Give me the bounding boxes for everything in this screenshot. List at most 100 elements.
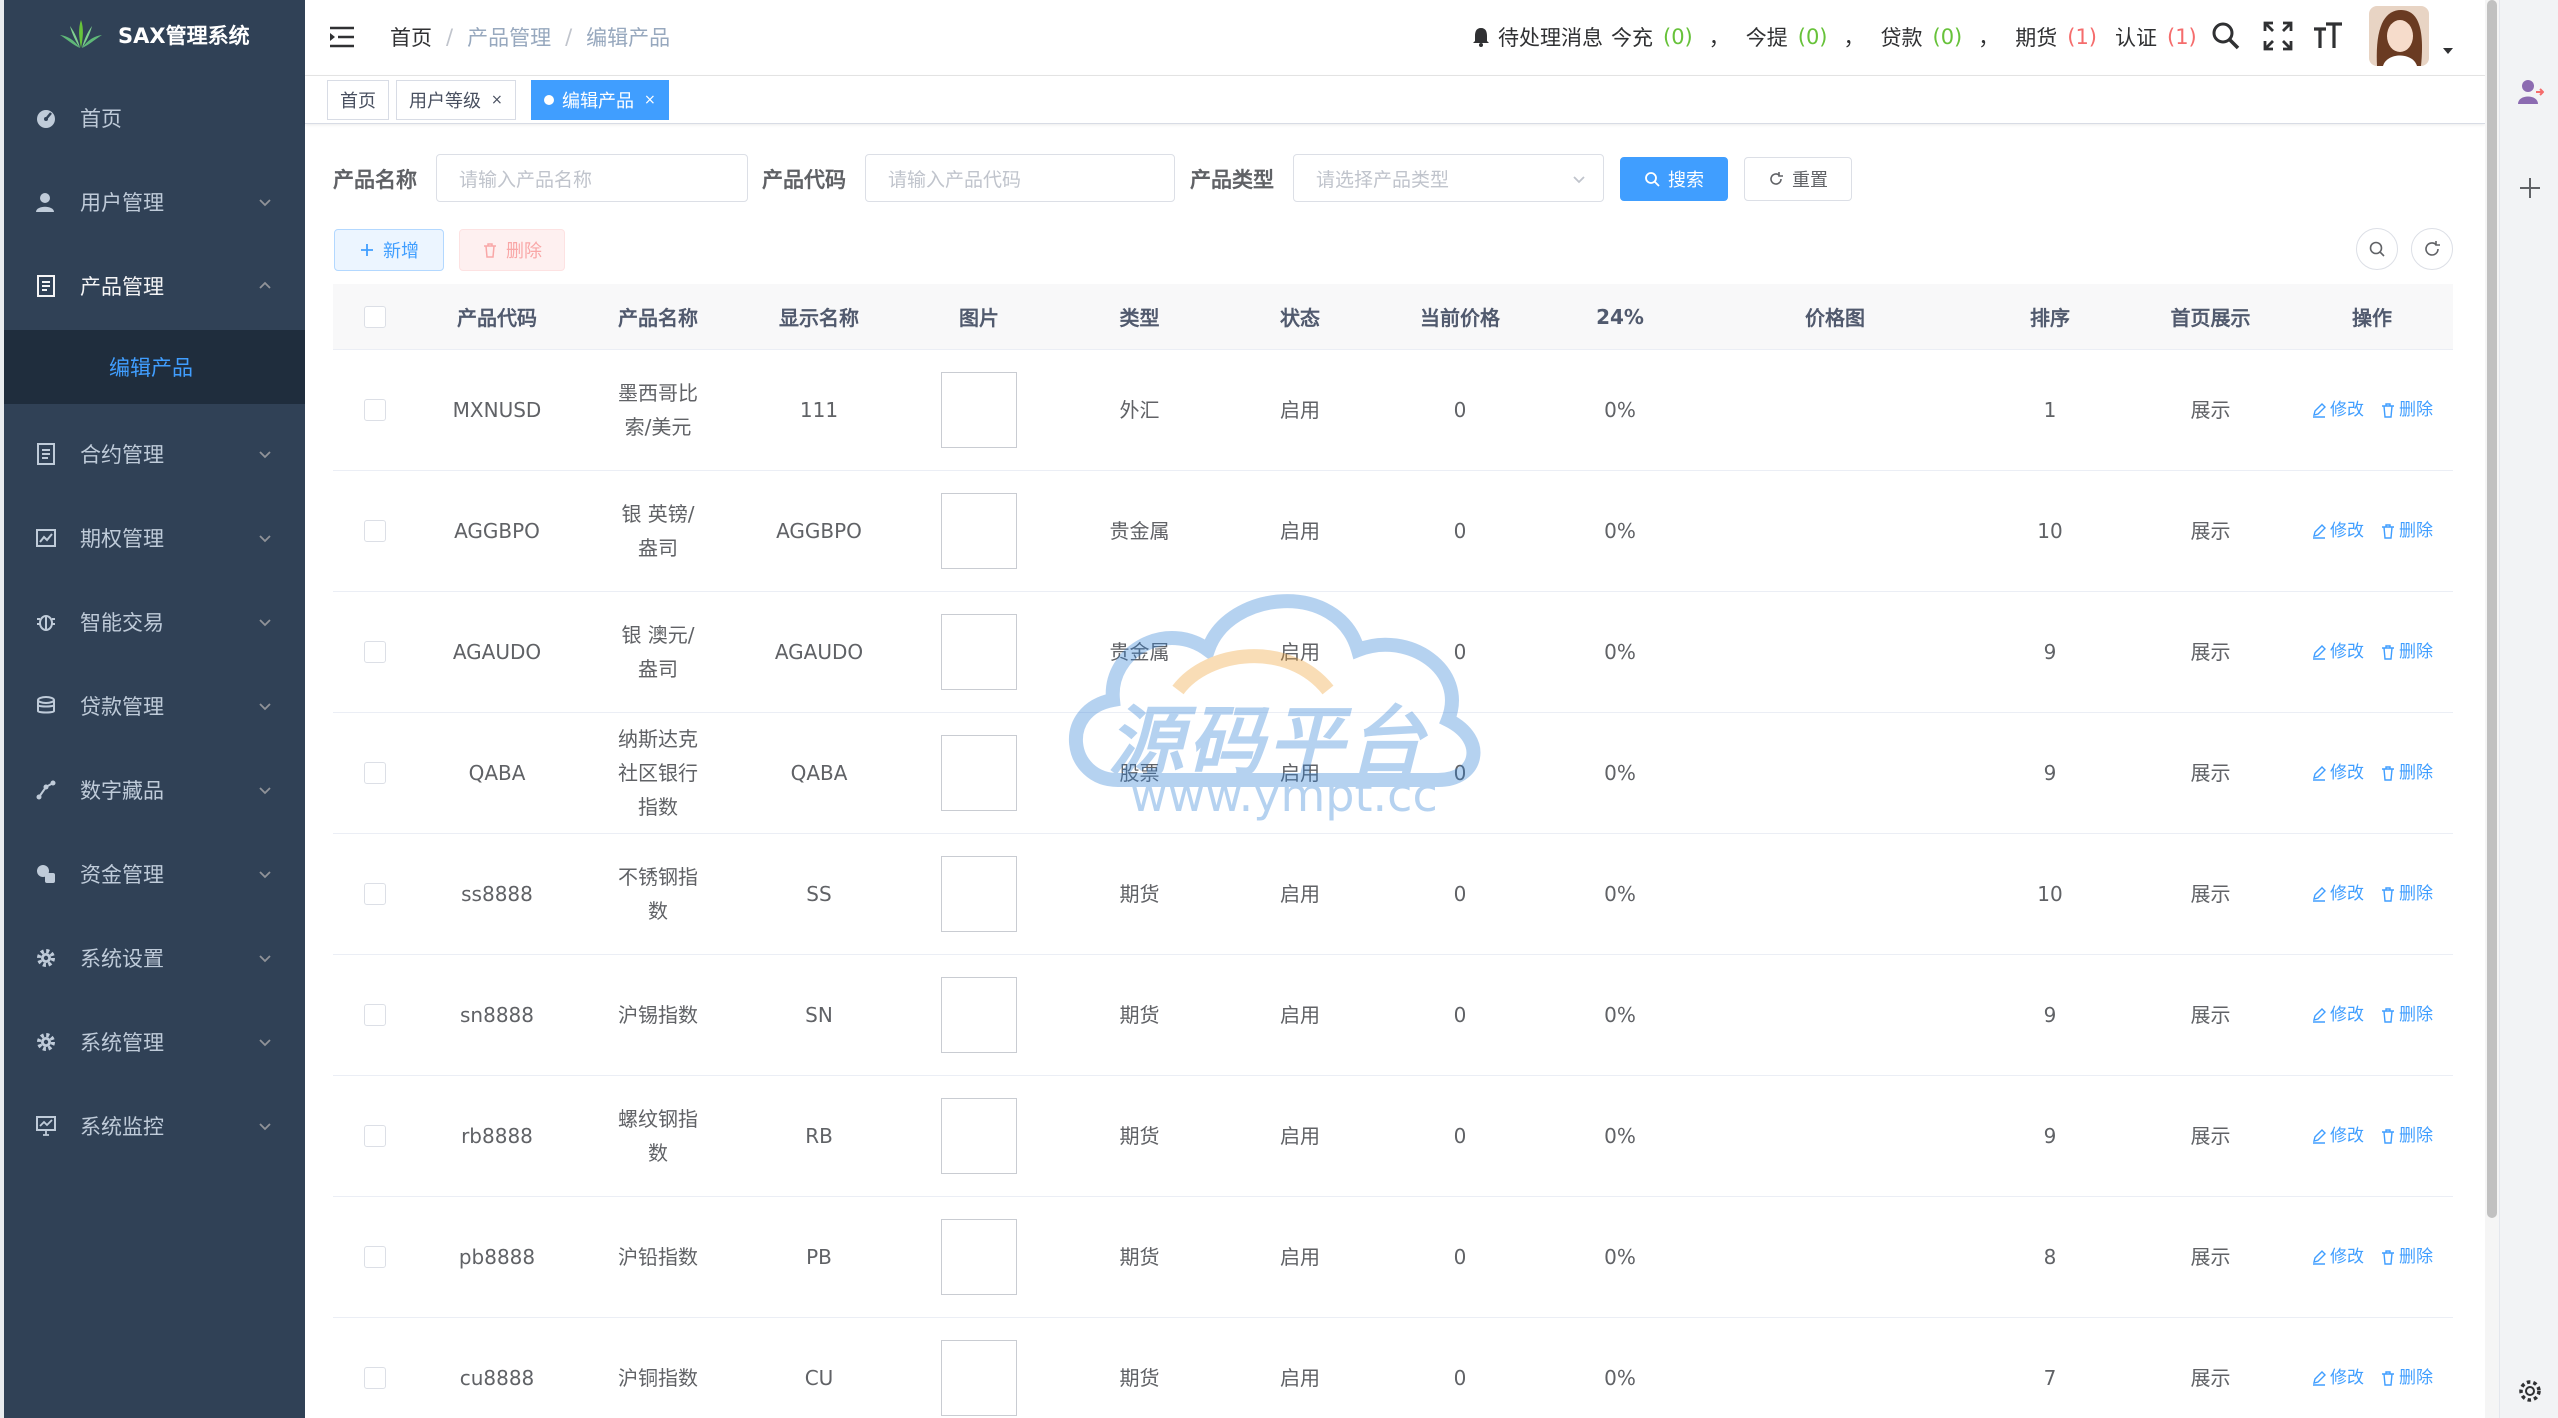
- product-image[interactable]: [941, 1219, 1017, 1295]
- cell-status: 启用: [1280, 1003, 1320, 1027]
- add-button[interactable]: 新增: [334, 229, 444, 271]
- page-scrollbar[interactable]: [2485, 0, 2499, 1418]
- cell-actions: 修改 删除: [2291, 955, 2453, 1075]
- sidebar-item-products[interactable]: 产品管理: [4, 244, 305, 328]
- sidebar-subitem-edit-product[interactable]: 编辑产品: [4, 330, 305, 404]
- edit-label: 修改: [2330, 642, 2364, 662]
- row-checkbox[interactable]: [364, 762, 386, 784]
- row-delete-button[interactable]: 删除: [2380, 998, 2433, 1032]
- edit-button[interactable]: 修改: [2311, 514, 2364, 548]
- edit-icon: [2313, 766, 2326, 781]
- plus-icon[interactable]: [2516, 174, 2544, 202]
- row-delete-button[interactable]: 删除: [2380, 1361, 2433, 1395]
- tag-edit-product[interactable]: 编辑产品 ×: [531, 80, 669, 120]
- product-code-placeholder: 请输入产品代码: [888, 168, 1022, 191]
- sidebar-item-smart-trading[interactable]: 智能交易: [4, 580, 305, 664]
- cell-change: 0%: [1604, 398, 1636, 422]
- cell-price-chart: [1700, 1197, 1970, 1317]
- sidebar-item-users[interactable]: 用户管理: [4, 160, 305, 244]
- breadcrumb-home[interactable]: 首页: [390, 22, 432, 52]
- sidebar-item-digital-collectibles[interactable]: 数字藏品: [4, 748, 305, 832]
- toggle-search-button[interactable]: [2356, 228, 2398, 270]
- tag-label: 用户等级: [409, 91, 481, 112]
- pending-notice-bar[interactable]: 待处理消息 今充 (0) ， 今提 (0) ， 贷款 (0) ， 期货 (1) …: [1470, 22, 2197, 52]
- font-size-icon[interactable]: [2312, 20, 2344, 52]
- caret-down-icon[interactable]: [2441, 44, 2455, 58]
- cell-price: 0: [1453, 1124, 1467, 1148]
- delete-button[interactable]: 删除: [459, 229, 565, 271]
- product-image[interactable]: [941, 1098, 1017, 1174]
- cell-code: QABA: [468, 761, 526, 785]
- row-delete-button[interactable]: 删除: [2380, 756, 2433, 790]
- row-delete-button[interactable]: 删除: [2380, 1119, 2433, 1153]
- tag-user-level[interactable]: 用户等级 ×: [396, 80, 516, 120]
- sidebar-item-home[interactable]: 首页: [4, 76, 305, 160]
- edit-button[interactable]: 修改: [2311, 1119, 2364, 1153]
- product-image[interactable]: [941, 735, 1017, 811]
- product-image[interactable]: [941, 493, 1017, 569]
- cell-home-display: 展示: [2190, 1245, 2231, 1269]
- edit-icon: [2313, 1129, 2326, 1144]
- product-image[interactable]: [941, 372, 1017, 448]
- table-row: pb8888 沪铅指数 PB 期货 启用 0 0% 8 展示 修改 删除: [333, 1197, 2453, 1318]
- sidebar-item-system-monitor[interactable]: 系统监控: [4, 1084, 305, 1168]
- row-delete-button[interactable]: 删除: [2380, 393, 2433, 427]
- scrollbar-thumb[interactable]: [2487, 0, 2497, 1218]
- notice-today-withdraw: 今提: [1745, 26, 1788, 50]
- sidebar-item-options[interactable]: 期权管理: [4, 496, 305, 580]
- avatar[interactable]: [2369, 6, 2429, 66]
- select-all-checkbox[interactable]: [364, 305, 386, 328]
- hamburger-icon[interactable]: [327, 22, 357, 52]
- table-row: sn8888 沪锡指数 SN 期货 启用 0 0% 9 展示 修改 删除: [333, 955, 2453, 1076]
- close-icon[interactable]: ×: [491, 92, 503, 108]
- edit-button[interactable]: 修改: [2311, 1361, 2364, 1395]
- row-checkbox[interactable]: [364, 1367, 386, 1389]
- table-body: MXNUSD 墨西哥比索/美元 111 外汇 启用 0 0% 1 展示 修改 删除 AGGBPO 银 英…: [333, 350, 2453, 1418]
- row-delete-button[interactable]: 删除: [2380, 1240, 2433, 1274]
- product-type-select[interactable]: 请选择产品类型: [1293, 154, 1604, 202]
- gear-icon[interactable]: [2516, 1377, 2544, 1405]
- product-code-input[interactable]: 请输入产品代码: [865, 154, 1175, 202]
- sidebar-item-system-management[interactable]: 系统管理: [4, 1000, 305, 1084]
- user-switch-icon[interactable]: [2516, 78, 2544, 106]
- column-header: 状态: [1280, 306, 1320, 330]
- edit-button[interactable]: 修改: [2311, 1240, 2364, 1274]
- tag-home[interactable]: 首页: [327, 80, 389, 120]
- reset-button[interactable]: 重置: [1744, 157, 1852, 201]
- edit-button[interactable]: 修改: [2311, 998, 2364, 1032]
- product-image[interactable]: [941, 614, 1017, 690]
- product-image[interactable]: [941, 1340, 1017, 1416]
- refresh-table-button[interactable]: [2411, 228, 2453, 270]
- product-name-input[interactable]: 请输入产品名称: [436, 154, 748, 202]
- row-checkbox[interactable]: [364, 641, 386, 663]
- app-logo[interactable]: SAX管理系统: [4, 0, 305, 70]
- row-checkbox[interactable]: [364, 1004, 386, 1026]
- row-delete-button[interactable]: 删除: [2380, 877, 2433, 911]
- row-checkbox[interactable]: [364, 1125, 386, 1147]
- edit-button[interactable]: 修改: [2311, 635, 2364, 669]
- row-checkbox[interactable]: [364, 1246, 386, 1268]
- close-icon[interactable]: ×: [644, 92, 656, 108]
- edit-icon: [2313, 1008, 2326, 1023]
- cell-sort: 9: [2043, 1124, 2057, 1148]
- search-button[interactable]: 搜索: [1620, 157, 1728, 201]
- sidebar-item-loans[interactable]: 贷款管理: [4, 664, 305, 748]
- row-checkbox[interactable]: [364, 520, 386, 542]
- notice-auth-count: (1): [2167, 25, 2197, 49]
- search-icon[interactable]: [2210, 20, 2242, 52]
- row-delete-button[interactable]: 删除: [2380, 635, 2433, 669]
- notice-comma: ，: [1708, 26, 1730, 50]
- edit-button[interactable]: 修改: [2311, 877, 2364, 911]
- sidebar-item-system-settings[interactable]: 系统设置: [4, 916, 305, 1000]
- edit-button[interactable]: 修改: [2311, 393, 2364, 427]
- fullscreen-icon[interactable]: [2262, 20, 2294, 52]
- sidebar-item-contracts[interactable]: 合约管理: [4, 412, 305, 496]
- row-delete-button[interactable]: 删除: [2380, 514, 2433, 548]
- row-checkbox[interactable]: [364, 399, 386, 421]
- row-checkbox[interactable]: [364, 883, 386, 905]
- edit-button[interactable]: 修改: [2311, 756, 2364, 790]
- sidebar-item-funds[interactable]: 资金管理: [4, 832, 305, 916]
- product-image[interactable]: [941, 856, 1017, 932]
- sidebar-item-label: 资金管理: [80, 863, 164, 887]
- product-image[interactable]: [941, 977, 1017, 1053]
